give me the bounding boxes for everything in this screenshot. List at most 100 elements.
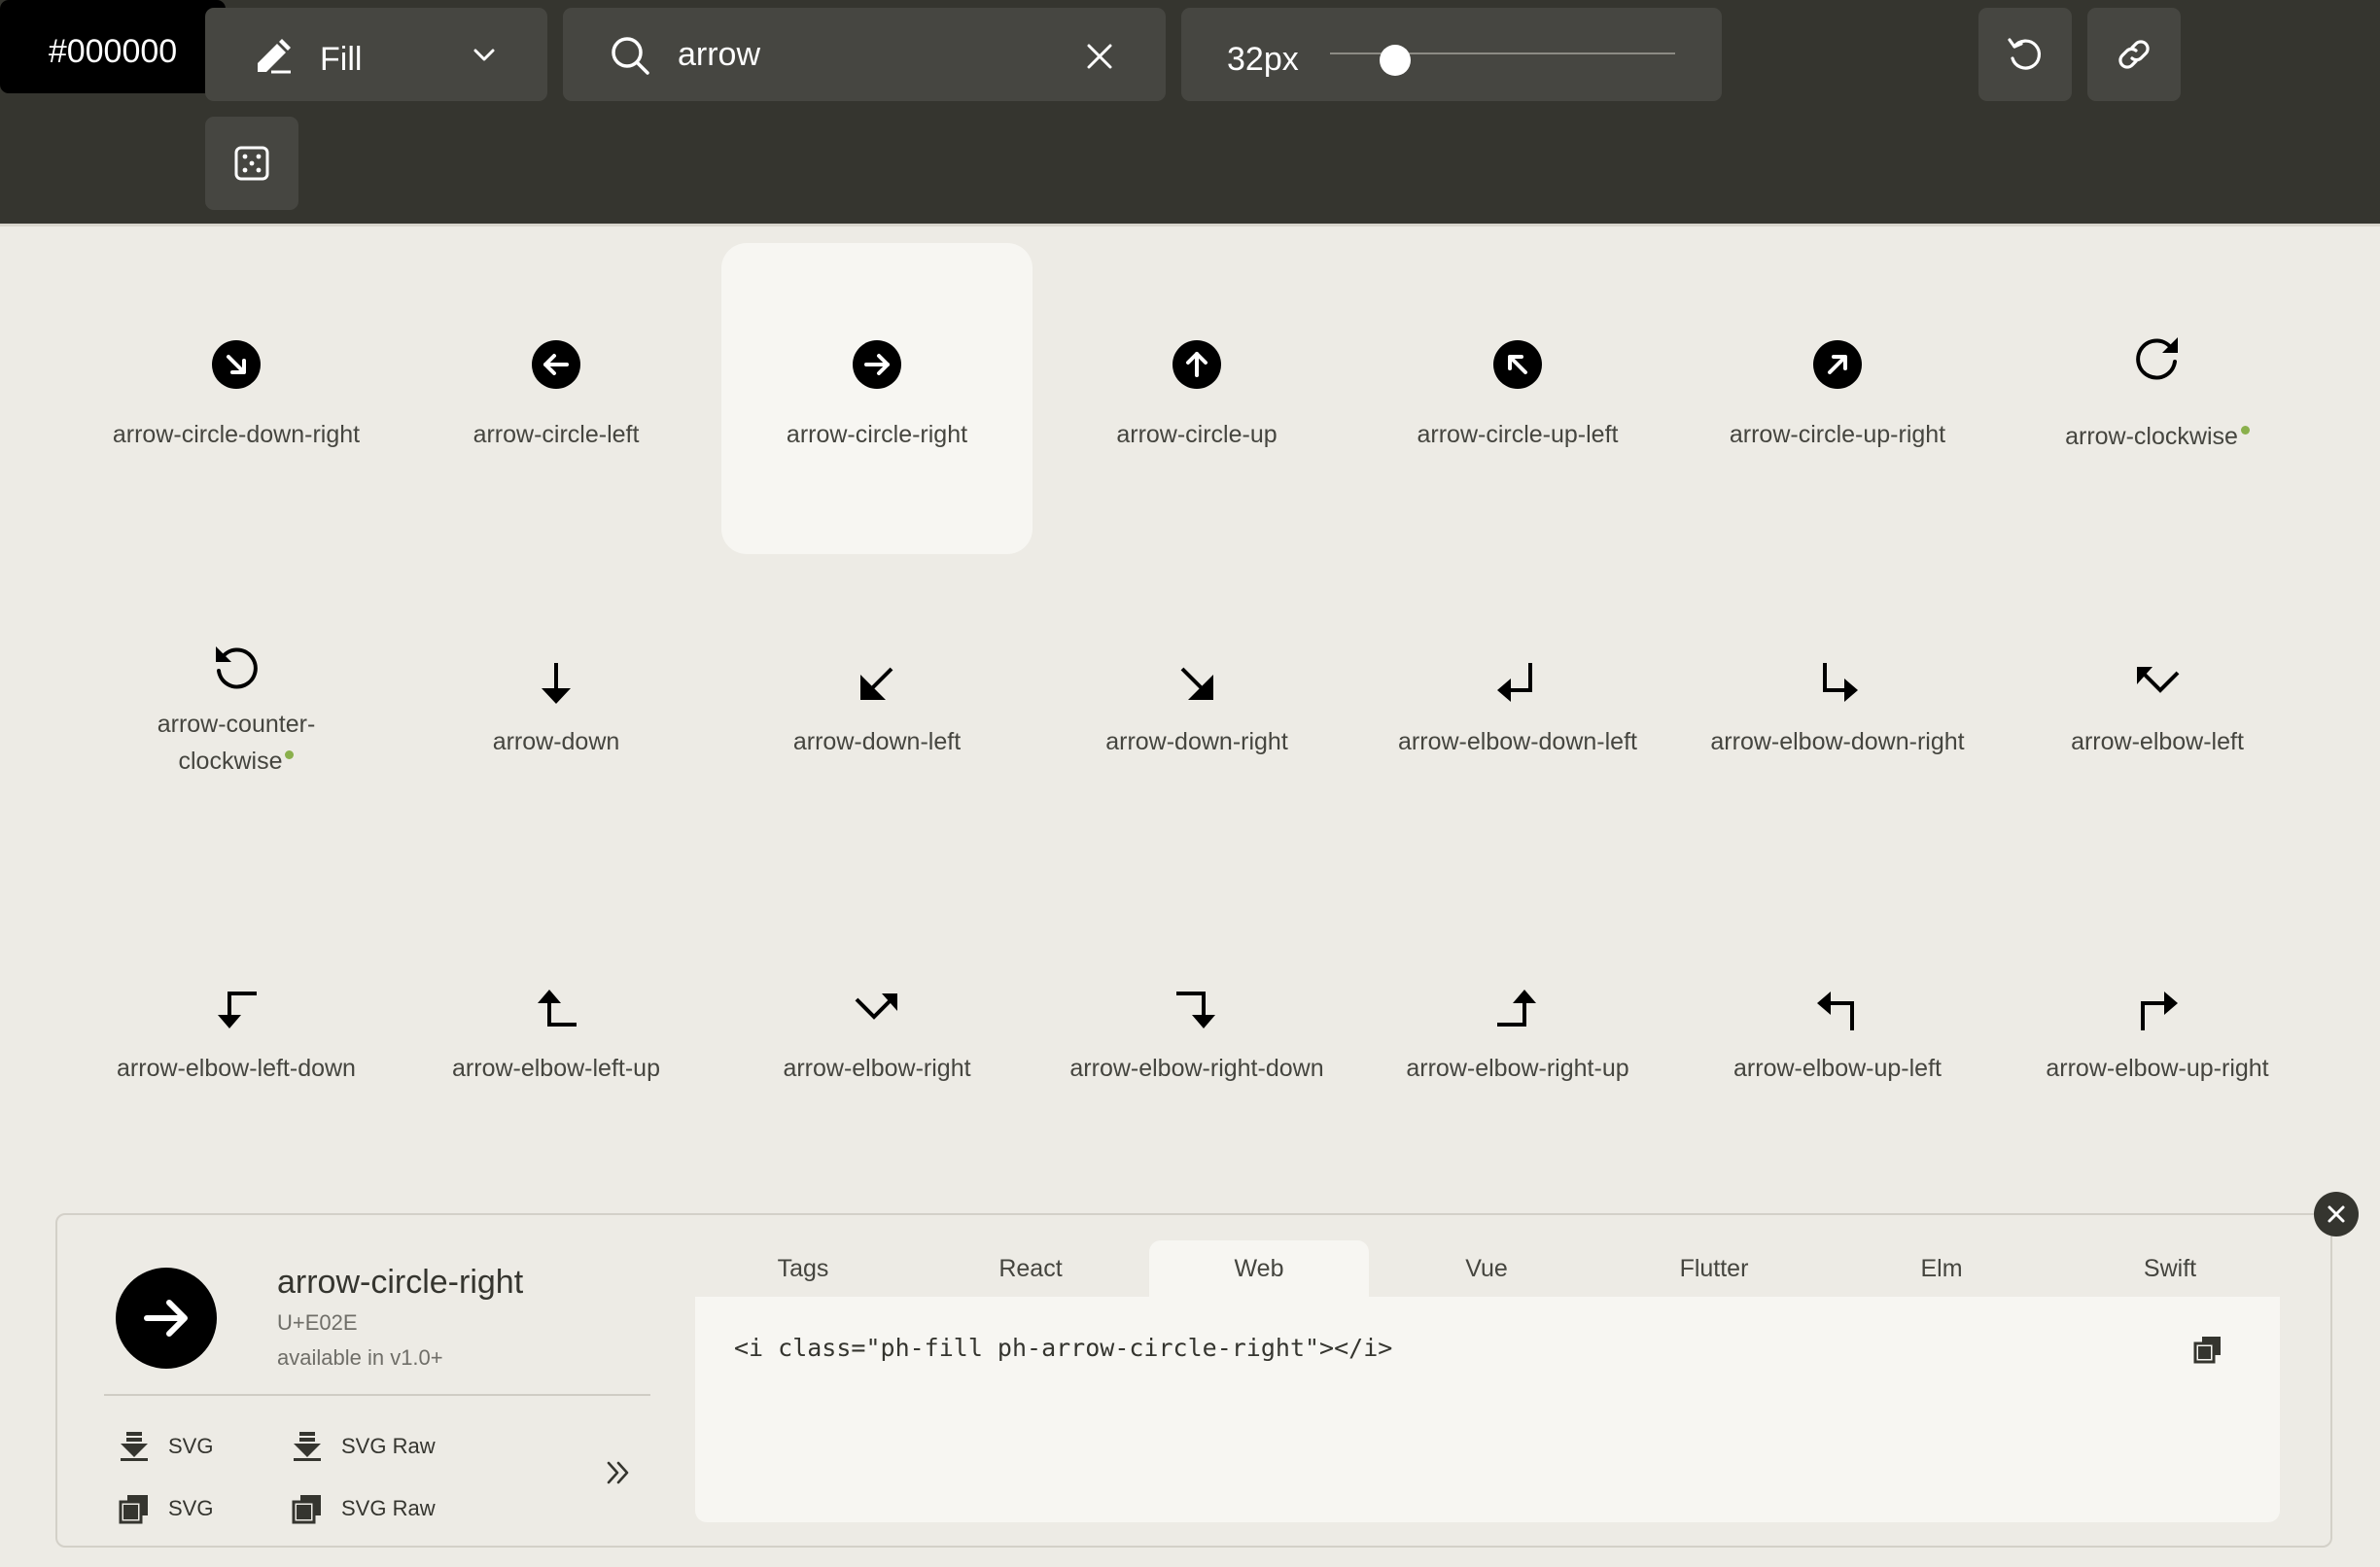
arrow-down-left-icon [860, 667, 893, 700]
icon-name: arrow-down-right [1105, 728, 1288, 755]
close-icon [2328, 1205, 2345, 1223]
double-chevron-right-icon[interactable] [604, 1458, 633, 1487]
icon-name: arrow-elbow-right [783, 1055, 971, 1082]
link-icon [2118, 40, 2150, 69]
icon-name: arrow-circle-left [472, 421, 640, 448]
color-picker-button[interactable]: #000000 [0, 0, 226, 93]
icon-card-arrow-circle-up-right[interactable]: arrow-circle-up-right [1682, 243, 1993, 554]
toolbar: Fill 32px #000000 [0, 0, 2380, 226]
icon-name: arrow-elbow-left-down [117, 1055, 356, 1082]
copy-icon[interactable] [2192, 1334, 2223, 1365]
tab-tags[interactable]: Tags [693, 1240, 913, 1297]
icon-name: arrow-elbow-up-right [2046, 1055, 2269, 1082]
new-badge-dot [285, 750, 295, 759]
copy-link-button[interactable] [2087, 8, 2181, 101]
icon-card-arrow-elbow-down-right[interactable]: arrow-elbow-down-right [1682, 556, 1993, 867]
icon-card-arrow-circle-down-right[interactable]: arrow-circle-down-right [81, 243, 392, 554]
arrow-circle-left-icon [532, 340, 580, 389]
icon-card-arrow-circle-up-left[interactable]: arrow-circle-up-left [1362, 243, 1673, 554]
arrow-elbow-up-left-icon [1817, 992, 1854, 1030]
icon-card-arrow-clockwise[interactable]: arrow-clockwise [2002, 243, 2313, 554]
icon-card-arrow-elbow-right-down[interactable]: arrow-elbow-right-down [1041, 883, 1352, 1194]
copy-svg-raw-button[interactable]: SVG Raw [291, 1489, 436, 1528]
arrow-elbow-right-up-icon [1497, 990, 1536, 1027]
size-label: 32px [1227, 41, 1299, 78]
icon-name: arrow-down [492, 728, 620, 755]
arrow-elbow-left-icon [2137, 667, 2180, 693]
weight-select[interactable]: Fill [205, 8, 547, 101]
tab-swift[interactable]: Swift [2060, 1240, 2280, 1297]
arrow-elbow-up-right-icon [2141, 992, 2178, 1030]
weight-label: Fill [320, 41, 363, 78]
icon-card-arrow-circle-left[interactable]: arrow-circle-left [401, 243, 712, 554]
icon-details-panel: arrow-circle-right U+E02E available in v… [55, 1213, 2332, 1548]
new-badge-dot [2240, 426, 2250, 435]
icon-name: arrow-circle-right [786, 421, 968, 448]
arrow-elbow-left-down-icon [218, 992, 257, 1028]
code-snippet-box: <i class="ph-fill ph-arrow-circle-right"… [695, 1297, 2280, 1522]
icon-name: arrow-elbow-right-up [1406, 1055, 1629, 1082]
tab-elm[interactable]: Elm [1832, 1240, 2051, 1297]
icon-card-arrow-counter-clockwise[interactable]: arrow-counter-clockwise [81, 556, 392, 867]
copy-svg-button[interactable]: SVG [118, 1489, 213, 1528]
arrow-clockwise-icon [2136, 337, 2178, 380]
divider [104, 1394, 650, 1396]
size-slider-thumb[interactable] [1380, 45, 1412, 76]
code-snippet[interactable]: <i class="ph-fill ph-arrow-circle-right"… [734, 1334, 1392, 1362]
color-hex-label: #000000 [48, 33, 178, 70]
clear-search-icon[interactable] [1086, 43, 1113, 70]
arrow-circle-up-right-icon [1813, 340, 1862, 389]
arrow-counter-clockwise-icon [216, 646, 258, 689]
arrow-circle-up-icon [1172, 340, 1221, 389]
reset-button[interactable] [1978, 8, 2072, 101]
icon-card-arrow-circle-up[interactable]: arrow-circle-up [1041, 243, 1352, 554]
arrow-circle-down-right-icon [212, 340, 261, 389]
icon-name: arrow-clockwise [1997, 418, 2318, 455]
arrow-right-icon [144, 1300, 188, 1337]
arrow-elbow-right-icon [855, 993, 897, 1020]
icon-card-arrow-circle-right[interactable]: arrow-circle-right [721, 243, 1032, 554]
icon-name: arrow-down-left [792, 728, 962, 755]
icon-card-arrow-elbow-up-right[interactable]: arrow-elbow-up-right [2002, 883, 2313, 1194]
download-icon [294, 1432, 321, 1461]
tab-react[interactable]: React [921, 1240, 1140, 1297]
icon-name: arrow-counter-clockwise [157, 711, 316, 775]
tab-flutter[interactable]: Flutter [1604, 1240, 1824, 1297]
random-icon-button[interactable] [205, 117, 298, 210]
selected-icon-name: arrow-circle-right [277, 1264, 524, 1301]
icon-card-arrow-elbow-down-left[interactable]: arrow-elbow-down-left [1362, 556, 1673, 867]
copy-icon [292, 1495, 321, 1524]
icon-name: arrow-elbow-down-left [1398, 728, 1637, 755]
icon-name: arrow-elbow-left [2071, 728, 2244, 755]
icon-name: arrow-elbow-down-right [1710, 728, 1965, 755]
arrow-circle-right-icon [853, 340, 901, 389]
search-icon [612, 37, 649, 75]
arrow-elbow-down-right-icon [1823, 663, 1858, 702]
download-svg-button[interactable]: SVG [118, 1427, 213, 1466]
tab-web[interactable]: Web [1149, 1240, 1369, 1297]
dice-icon [234, 146, 269, 181]
icon-name: arrow-circle-up-left [1417, 421, 1619, 448]
download-svg-raw-button[interactable]: SVG Raw [291, 1427, 436, 1466]
icon-card-arrow-down[interactable]: arrow-down [401, 556, 712, 867]
icon-card-arrow-down-left[interactable]: arrow-down-left [721, 556, 1032, 867]
close-panel-button[interactable] [2314, 1192, 2359, 1236]
icon-card-arrow-elbow-left-down[interactable]: arrow-elbow-left-down [81, 883, 392, 1194]
icon-card-arrow-elbow-left[interactable]: arrow-elbow-left [2002, 556, 2313, 867]
arrow-elbow-right-down-icon [1176, 992, 1215, 1028]
icon-name: arrow-elbow-up-left [1733, 1055, 1942, 1082]
icon-card-arrow-elbow-up-left[interactable]: arrow-elbow-up-left [1682, 883, 1993, 1194]
icon-card-arrow-down-right[interactable]: arrow-down-right [1041, 556, 1352, 867]
tab-vue[interactable]: Vue [1377, 1240, 1596, 1297]
counter-clockwise-icon [2008, 38, 2042, 70]
selected-icon-version: available in v1.0+ [277, 1345, 443, 1370]
download-icon [121, 1432, 148, 1461]
icon-card-arrow-elbow-right[interactable]: arrow-elbow-right [721, 883, 1032, 1194]
arrow-elbow-left-up-icon [538, 990, 577, 1027]
search-input[interactable] [678, 29, 1105, 80]
icon-name: arrow-circle-up-right [1729, 421, 1946, 448]
arrow-elbow-down-left-icon [1497, 663, 1532, 702]
selected-icon-preview [116, 1268, 217, 1369]
icon-card-arrow-elbow-right-up[interactable]: arrow-elbow-right-up [1362, 883, 1673, 1194]
icon-card-arrow-elbow-left-up[interactable]: arrow-elbow-left-up [401, 883, 712, 1194]
